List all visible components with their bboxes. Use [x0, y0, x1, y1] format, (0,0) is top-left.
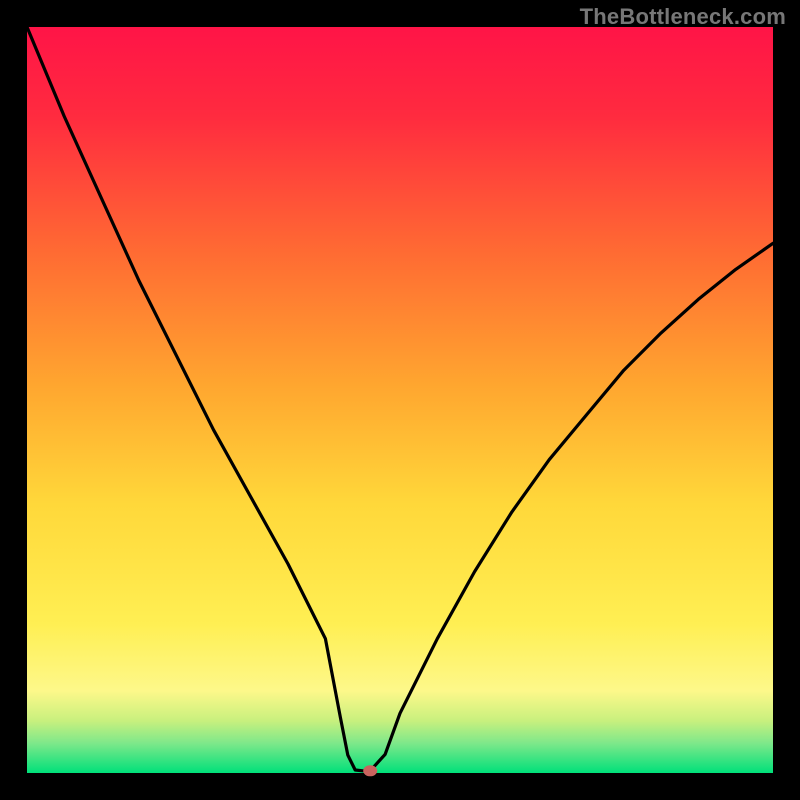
chart-frame: TheBottleneck.com [0, 0, 800, 800]
bottleneck-chart [0, 0, 800, 800]
watermark-text: TheBottleneck.com [580, 4, 786, 30]
plot-background [27, 27, 773, 773]
optimum-marker [363, 765, 377, 776]
